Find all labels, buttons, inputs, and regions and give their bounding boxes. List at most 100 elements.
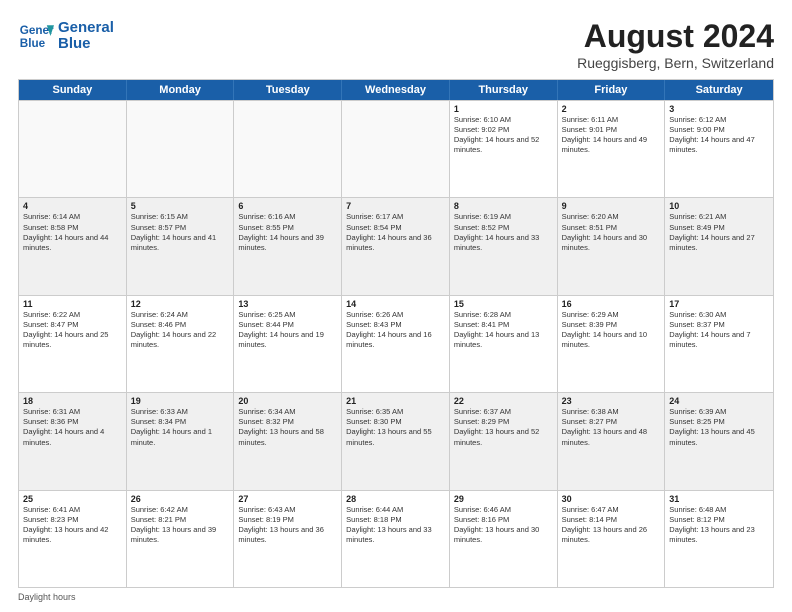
day-number: 12 [131,299,230,309]
day-cell-11: 11Sunrise: 6:22 AM Sunset: 8:47 PM Dayli… [19,296,127,392]
day-number: 14 [346,299,445,309]
day-number: 6 [238,201,337,211]
weekday-header-friday: Friday [558,80,666,100]
day-number: 28 [346,494,445,504]
day-number: 29 [454,494,553,504]
day-cell-19: 19Sunrise: 6:33 AM Sunset: 8:34 PM Dayli… [127,393,235,489]
day-cell-25: 25Sunrise: 6:41 AM Sunset: 8:23 PM Dayli… [19,491,127,587]
day-info: Sunrise: 6:24 AM Sunset: 8:46 PM Dayligh… [131,310,230,351]
day-info: Sunrise: 6:39 AM Sunset: 8:25 PM Dayligh… [669,407,769,448]
day-info: Sunrise: 6:16 AM Sunset: 8:55 PM Dayligh… [238,212,337,253]
empty-cell-0-3 [342,101,450,197]
day-number: 18 [23,396,122,406]
day-number: 31 [669,494,769,504]
day-info: Sunrise: 6:44 AM Sunset: 8:18 PM Dayligh… [346,505,445,546]
calendar-row-4: 25Sunrise: 6:41 AM Sunset: 8:23 PM Dayli… [19,490,773,587]
day-cell-12: 12Sunrise: 6:24 AM Sunset: 8:46 PM Dayli… [127,296,235,392]
title-block: August 2024 Rueggisberg, Bern, Switzerla… [577,18,774,71]
empty-cell-0-0 [19,101,127,197]
day-number: 24 [669,396,769,406]
day-number: 13 [238,299,337,309]
day-info: Sunrise: 6:22 AM Sunset: 8:47 PM Dayligh… [23,310,122,351]
weekday-header-sunday: Sunday [19,80,127,100]
day-cell-22: 22Sunrise: 6:37 AM Sunset: 8:29 PM Dayli… [450,393,558,489]
day-cell-15: 15Sunrise: 6:28 AM Sunset: 8:41 PM Dayli… [450,296,558,392]
day-info: Sunrise: 6:30 AM Sunset: 8:37 PM Dayligh… [669,310,769,351]
page: General Blue General Blue August 2024 Ru… [0,0,792,612]
day-cell-24: 24Sunrise: 6:39 AM Sunset: 8:25 PM Dayli… [665,393,773,489]
calendar-row-0: 1Sunrise: 6:10 AM Sunset: 9:02 PM Daylig… [19,100,773,197]
weekday-header-tuesday: Tuesday [234,80,342,100]
day-number: 15 [454,299,553,309]
day-cell-27: 27Sunrise: 6:43 AM Sunset: 8:19 PM Dayli… [234,491,342,587]
day-number: 11 [23,299,122,309]
day-cell-29: 29Sunrise: 6:46 AM Sunset: 8:16 PM Dayli… [450,491,558,587]
day-cell-13: 13Sunrise: 6:25 AM Sunset: 8:44 PM Dayli… [234,296,342,392]
footer-note: Daylight hours [18,592,774,602]
day-cell-8: 8Sunrise: 6:19 AM Sunset: 8:52 PM Daylig… [450,198,558,294]
day-info: Sunrise: 6:15 AM Sunset: 8:57 PM Dayligh… [131,212,230,253]
day-cell-7: 7Sunrise: 6:17 AM Sunset: 8:54 PM Daylig… [342,198,450,294]
day-cell-5: 5Sunrise: 6:15 AM Sunset: 8:57 PM Daylig… [127,198,235,294]
day-cell-28: 28Sunrise: 6:44 AM Sunset: 8:18 PM Dayli… [342,491,450,587]
day-info: Sunrise: 6:31 AM Sunset: 8:36 PM Dayligh… [23,407,122,448]
logo-icon: General Blue [18,18,54,54]
day-number: 27 [238,494,337,504]
day-info: Sunrise: 6:25 AM Sunset: 8:44 PM Dayligh… [238,310,337,351]
calendar-row-3: 18Sunrise: 6:31 AM Sunset: 8:36 PM Dayli… [19,392,773,489]
day-info: Sunrise: 6:26 AM Sunset: 8:43 PM Dayligh… [346,310,445,351]
day-info: Sunrise: 6:48 AM Sunset: 8:12 PM Dayligh… [669,505,769,546]
day-cell-4: 4Sunrise: 6:14 AM Sunset: 8:58 PM Daylig… [19,198,127,294]
day-cell-10: 10Sunrise: 6:21 AM Sunset: 8:49 PM Dayli… [665,198,773,294]
day-number: 21 [346,396,445,406]
day-cell-16: 16Sunrise: 6:29 AM Sunset: 8:39 PM Dayli… [558,296,666,392]
day-cell-9: 9Sunrise: 6:20 AM Sunset: 8:51 PM Daylig… [558,198,666,294]
calendar-header: SundayMondayTuesdayWednesdayThursdayFrid… [19,80,773,100]
day-info: Sunrise: 6:46 AM Sunset: 8:16 PM Dayligh… [454,505,553,546]
day-cell-14: 14Sunrise: 6:26 AM Sunset: 8:43 PM Dayli… [342,296,450,392]
day-number: 26 [131,494,230,504]
logo-blue: Blue [58,36,114,53]
subtitle: Rueggisberg, Bern, Switzerland [577,55,774,71]
day-info: Sunrise: 6:43 AM Sunset: 8:19 PM Dayligh… [238,505,337,546]
month-title: August 2024 [577,18,774,55]
day-info: Sunrise: 6:29 AM Sunset: 8:39 PM Dayligh… [562,310,661,351]
day-info: Sunrise: 6:42 AM Sunset: 8:21 PM Dayligh… [131,505,230,546]
calendar-row-2: 11Sunrise: 6:22 AM Sunset: 8:47 PM Dayli… [19,295,773,392]
day-info: Sunrise: 6:28 AM Sunset: 8:41 PM Dayligh… [454,310,553,351]
day-cell-6: 6Sunrise: 6:16 AM Sunset: 8:55 PM Daylig… [234,198,342,294]
empty-cell-0-1 [127,101,235,197]
day-number: 5 [131,201,230,211]
weekday-header-monday: Monday [127,80,235,100]
day-cell-1: 1Sunrise: 6:10 AM Sunset: 9:02 PM Daylig… [450,101,558,197]
empty-cell-0-2 [234,101,342,197]
day-number: 25 [23,494,122,504]
day-info: Sunrise: 6:10 AM Sunset: 9:02 PM Dayligh… [454,115,553,156]
day-cell-26: 26Sunrise: 6:42 AM Sunset: 8:21 PM Dayli… [127,491,235,587]
day-number: 20 [238,396,337,406]
day-info: Sunrise: 6:20 AM Sunset: 8:51 PM Dayligh… [562,212,661,253]
day-number: 1 [454,104,553,114]
day-number: 22 [454,396,553,406]
day-number: 16 [562,299,661,309]
day-number: 10 [669,201,769,211]
day-number: 3 [669,104,769,114]
weekday-header-saturday: Saturday [665,80,773,100]
day-number: 8 [454,201,553,211]
day-cell-31: 31Sunrise: 6:48 AM Sunset: 8:12 PM Dayli… [665,491,773,587]
day-number: 7 [346,201,445,211]
day-info: Sunrise: 6:41 AM Sunset: 8:23 PM Dayligh… [23,505,122,546]
day-number: 30 [562,494,661,504]
day-cell-2: 2Sunrise: 6:11 AM Sunset: 9:01 PM Daylig… [558,101,666,197]
day-number: 23 [562,396,661,406]
day-cell-30: 30Sunrise: 6:47 AM Sunset: 8:14 PM Dayli… [558,491,666,587]
day-info: Sunrise: 6:17 AM Sunset: 8:54 PM Dayligh… [346,212,445,253]
calendar-row-1: 4Sunrise: 6:14 AM Sunset: 8:58 PM Daylig… [19,197,773,294]
day-number: 4 [23,201,122,211]
day-cell-17: 17Sunrise: 6:30 AM Sunset: 8:37 PM Dayli… [665,296,773,392]
weekday-header-wednesday: Wednesday [342,80,450,100]
day-cell-20: 20Sunrise: 6:34 AM Sunset: 8:32 PM Dayli… [234,393,342,489]
header: General Blue General Blue August 2024 Ru… [18,18,774,71]
svg-text:Blue: Blue [20,37,46,50]
day-info: Sunrise: 6:33 AM Sunset: 8:34 PM Dayligh… [131,407,230,448]
